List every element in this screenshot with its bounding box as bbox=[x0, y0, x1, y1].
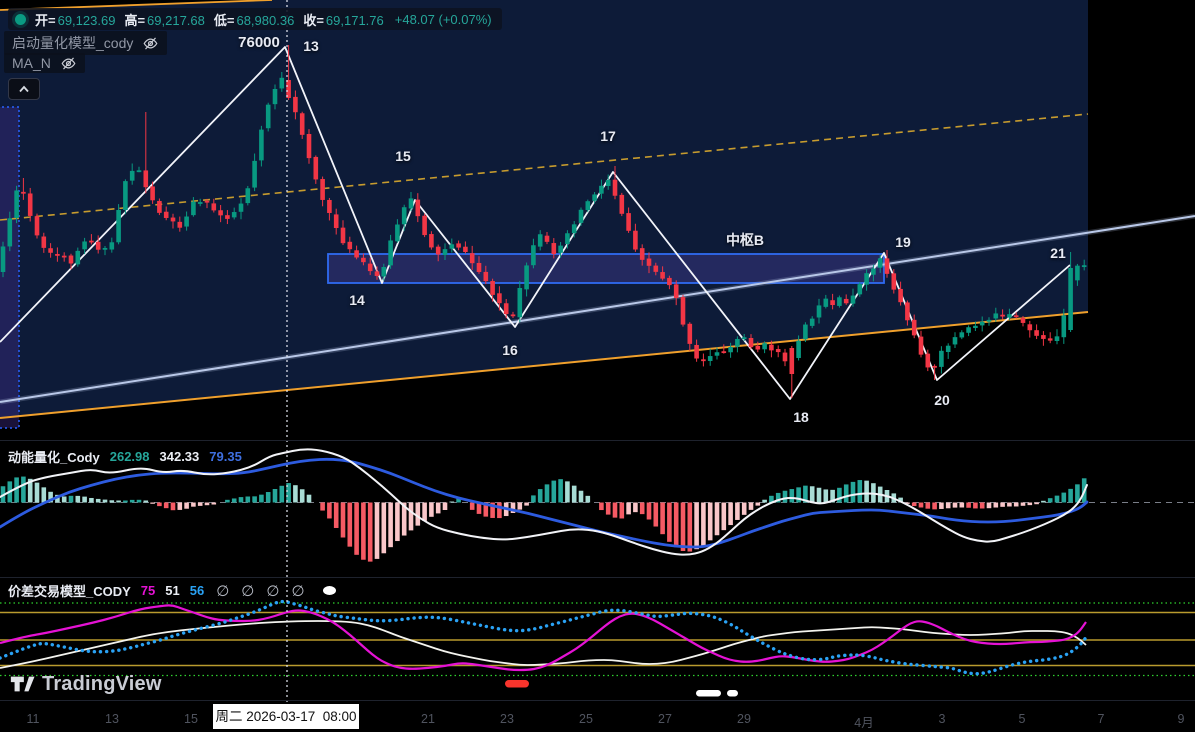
momentum-indicator-legend[interactable]: 动能量化_Cody 262.98 342.33 79.35 bbox=[8, 447, 242, 466]
indicator-name: MA_N bbox=[12, 55, 51, 71]
ohlc-open-label: 开= bbox=[35, 12, 56, 28]
time-axis-label: 11 bbox=[26, 712, 40, 726]
market-status-dot bbox=[15, 13, 26, 25]
momentum-value-2: 342.33 bbox=[159, 449, 200, 464]
spread-value-3: 56 bbox=[189, 583, 205, 598]
ohlc-high-label: 高= bbox=[124, 12, 146, 28]
ohlc-open: 开= 69,123.69 bbox=[35, 10, 115, 29]
time-axis-label: 15 bbox=[184, 712, 198, 726]
tradingview-mark-icon bbox=[10, 676, 35, 692]
tradingview-chart-window: 76000 13 14 15 16 17 18 19 20 21 中枢B 开= 69,123.69 高… bbox=[0, 0, 1195, 732]
ohlc-low-label: 低= bbox=[213, 12, 235, 28]
price-change: +48.07 (+0.07%) bbox=[394, 11, 492, 27]
time-axis-label: 7 bbox=[1097, 712, 1105, 726]
time-axis[interactable]: 11 13 15 21 23 25 27 29 4月 3 5 7 9 bbox=[0, 712, 1195, 730]
chart-canvas[interactable] bbox=[0, 0, 1195, 732]
time-axis-label: 21 bbox=[421, 712, 435, 726]
indicator-chip-launch-model[interactable]: 启动量化模型_cody bbox=[4, 31, 168, 55]
time-axis-label: 5 bbox=[1018, 712, 1026, 726]
tradingview-logo[interactable]: TradingView bbox=[9, 671, 162, 697]
time-axis-label: 4月 bbox=[854, 716, 874, 730]
ohlc-high-value: 69,217.68 bbox=[147, 12, 205, 28]
time-axis-label: 29 bbox=[737, 712, 751, 726]
momentum-value-3: 79.35 bbox=[209, 449, 242, 464]
empty-set-icon: ∅ bbox=[216, 582, 230, 600]
empty-set-icon: ∅ bbox=[291, 582, 305, 600]
eye-off-icon[interactable] bbox=[60, 56, 77, 71]
logo-text: TradingView bbox=[42, 672, 162, 695]
white-oval-marker-icon bbox=[322, 586, 336, 595]
empty-set-icon: ∅ bbox=[266, 582, 280, 600]
ohlc-high: 高= 69,217.68 bbox=[124, 10, 204, 29]
time-axis-label: 27 bbox=[658, 712, 672, 726]
indicator-name: 启动量化模型_cody bbox=[12, 35, 134, 51]
spread-value-2: 51 bbox=[165, 583, 180, 598]
ohlc-open-value: 69,123.69 bbox=[57, 12, 116, 28]
chevron-up-icon bbox=[19, 85, 29, 93]
empty-set-icon: ∅ bbox=[241, 582, 255, 600]
time-axis-label: 9 bbox=[1177, 712, 1185, 726]
spread-indicator-legend[interactable]: 价差交易模型_CODY 75 51 56 ∅ ∅ ∅ ∅ bbox=[8, 581, 336, 600]
ohlc-close-value: 69,171.76 bbox=[325, 12, 384, 28]
ohlc-low-value: 68,980.36 bbox=[236, 12, 295, 28]
collapse-panel-button[interactable] bbox=[8, 78, 40, 100]
date-tooltip: 周二 2026-03-17 08:00 bbox=[213, 704, 359, 729]
ohlc-close-label: 收= bbox=[303, 12, 324, 28]
ohlc-close: 收= 69,171.76 bbox=[303, 10, 383, 29]
indicator-chip-ma-n[interactable]: MA_N bbox=[4, 53, 85, 73]
time-axis-label: 23 bbox=[500, 712, 514, 726]
time-axis-label: 25 bbox=[579, 712, 593, 726]
ohlc-legend[interactable]: 开= 69,123.69 高= 69,217.68 低= 68,980.36 收= 69… bbox=[8, 8, 502, 30]
ohlc-low: 低= 68,980.36 bbox=[214, 10, 294, 29]
momentum-title: 动能量化_Cody bbox=[8, 450, 100, 465]
momentum-value-1: 262.98 bbox=[109, 449, 150, 464]
spread-title: 价差交易模型_CODY bbox=[8, 584, 131, 599]
spread-value-1: 75 bbox=[140, 583, 156, 598]
time-axis-label: 13 bbox=[105, 712, 119, 726]
time-axis-label: 3 bbox=[938, 712, 946, 726]
eye-off-icon[interactable] bbox=[142, 36, 159, 51]
